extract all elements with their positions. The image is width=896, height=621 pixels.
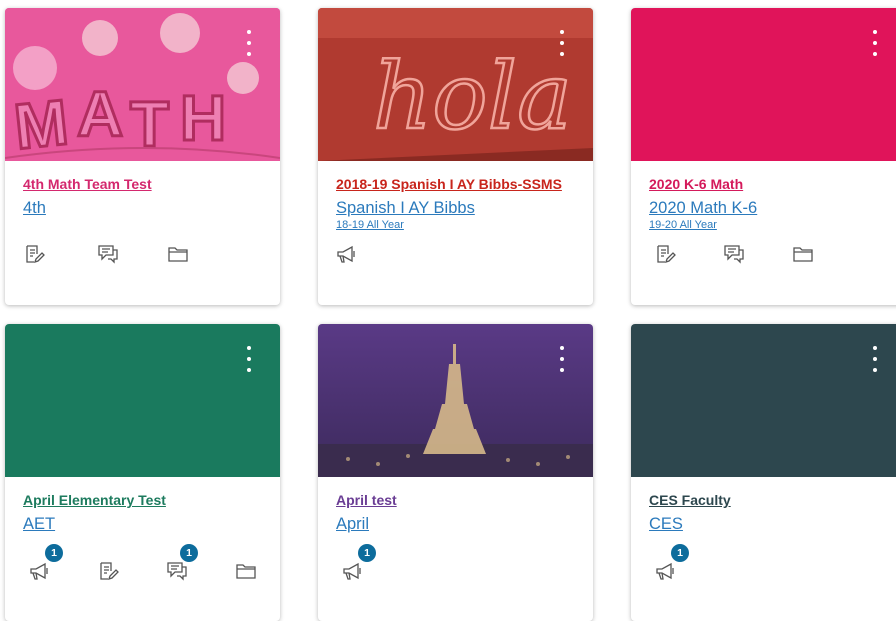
eiffel-tower-night-image — [318, 324, 593, 477]
course-code-link[interactable]: Spanish I AY Bibbs — [336, 198, 575, 218]
unread-count-badge: 1 — [671, 544, 689, 562]
announcements-icon[interactable]: 1 — [29, 544, 63, 584]
hola-neon-image: hola — [318, 8, 593, 161]
course-term-link[interactable]: 19-20 All Year — [649, 218, 888, 232]
course-card[interactable]: CES Faculty CES 1 — [631, 324, 896, 621]
discussions-icon[interactable]: 1 — [166, 544, 198, 584]
course-code-link[interactable]: CES — [649, 514, 888, 534]
course-code-link[interactable]: April — [336, 514, 575, 534]
course-title-link[interactable]: CES Faculty — [649, 491, 888, 509]
course-title-link[interactable]: 2018-19 Spanish I AY Bibbs-SSMS — [336, 175, 575, 193]
assignments-icon[interactable] — [97, 560, 121, 584]
course-title-link[interactable]: April test — [336, 491, 575, 509]
unread-count-badge: 1 — [180, 544, 198, 562]
course-title-link[interactable]: 2020 K-6 Math — [649, 175, 888, 193]
assignments-icon[interactable] — [23, 243, 47, 267]
unread-count-badge: 1 — [45, 544, 63, 562]
svg-text:hola: hola — [373, 43, 572, 150]
course-code-link[interactable]: 4th — [23, 198, 262, 218]
course-options-kebab-icon[interactable] — [868, 346, 882, 372]
course-code-link[interactable]: 2020 Math K-6 — [649, 198, 888, 218]
svg-text:A: A — [77, 78, 123, 150]
course-card[interactable]: M A T H 4th Math Team Test 4th — [5, 8, 280, 305]
svg-text:H: H — [180, 82, 226, 154]
files-icon[interactable] — [792, 243, 816, 267]
course-options-kebab-icon[interactable] — [868, 30, 882, 56]
course-card-image[interactable] — [318, 324, 593, 477]
course-card[interactable]: April Elementary Test AET 1 1 — [5, 324, 280, 621]
course-title-link[interactable]: April Elementary Test — [23, 491, 262, 509]
announcements-icon[interactable] — [336, 243, 360, 267]
files-icon[interactable] — [235, 560, 259, 584]
course-card-image[interactable]: hola — [318, 8, 593, 161]
assignments-icon[interactable] — [654, 243, 678, 267]
discussions-icon[interactable] — [97, 243, 121, 267]
announcements-icon[interactable]: 1 — [655, 544, 689, 584]
math-kids-illustration: M A T H — [5, 8, 280, 161]
course-card-image[interactable]: M A T H — [5, 8, 280, 161]
course-card[interactable]: April test April 1 — [318, 324, 593, 621]
course-card-color[interactable] — [631, 8, 896, 161]
course-options-kebab-icon[interactable] — [242, 346, 256, 372]
course-term-link[interactable]: 18-19 All Year — [336, 218, 575, 232]
unread-count-badge: 1 — [358, 544, 376, 562]
course-options-kebab-icon[interactable] — [555, 30, 569, 56]
discussions-icon[interactable] — [723, 243, 747, 267]
files-icon[interactable] — [167, 243, 191, 267]
announcements-icon[interactable]: 1 — [342, 544, 376, 584]
course-options-kebab-icon[interactable] — [242, 30, 256, 56]
course-card[interactable]: hola 2018-19 Spanish I AY Bibbs-SSMS Spa… — [318, 8, 593, 305]
svg-text:M: M — [11, 86, 72, 161]
course-card-color[interactable] — [631, 324, 896, 477]
course-code-link[interactable]: AET — [23, 514, 262, 534]
course-card-color[interactable] — [5, 324, 280, 477]
course-title-link[interactable]: 4th Math Team Test — [23, 175, 262, 193]
course-options-kebab-icon[interactable] — [555, 346, 569, 372]
course-card[interactable]: 2020 K-6 Math 2020 Math K-6 19-20 All Ye… — [631, 8, 896, 305]
